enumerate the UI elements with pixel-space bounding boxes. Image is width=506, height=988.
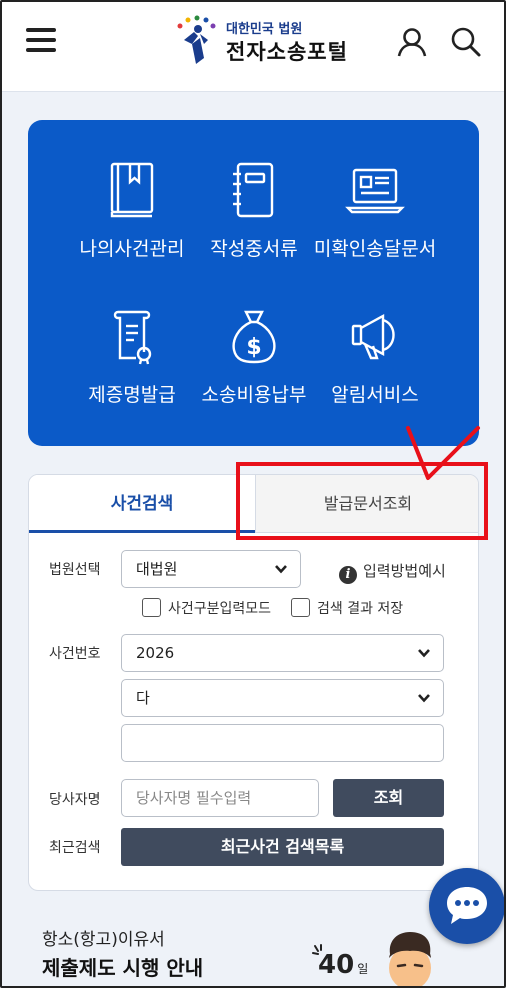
- case-number-label: 사건번호: [49, 646, 101, 662]
- case-type-select[interactable]: 다: [121, 679, 444, 717]
- banner-line-2[interactable]: 제출제도 시행 안내: [42, 952, 203, 981]
- person-illustration-icon: [389, 932, 431, 988]
- party-name-input[interactable]: [121, 779, 319, 817]
- court-select-label: 법원선택: [49, 562, 101, 578]
- annotation-checkmark: [406, 426, 480, 480]
- checkbox-box[interactable]: [142, 598, 161, 617]
- party-name-label: 당사자명: [49, 792, 101, 808]
- days-unit: 일: [357, 962, 369, 976]
- megaphone-icon: [351, 313, 395, 360]
- search-icon[interactable]: [450, 26, 482, 58]
- quick-services-panel: 나의사건관리 작성중서류 미확인송달문서 제증명발급 $ 소송비용납부 알림서비…: [28, 120, 479, 446]
- case-type-value: 다: [136, 689, 150, 707]
- svg-text:$: $: [246, 335, 261, 360]
- logo-subtitle: 대한민국 법원: [226, 22, 303, 37]
- logo-title: 전자소송포털: [226, 40, 348, 64]
- tab-case-search[interactable]: 사건검색: [29, 475, 255, 533]
- days-count: 40 일: [318, 950, 368, 980]
- court-select-value: 대법원: [136, 560, 178, 578]
- site-logo[interactable]: 대한민국 법원 전자소송포털: [170, 14, 360, 70]
- chevron-down-icon: [418, 694, 430, 703]
- save-result-checkbox[interactable]: 검색 결과 저장: [291, 598, 403, 618]
- chevron-down-icon: [418, 649, 430, 658]
- service-label: 알림서비스: [331, 384, 419, 406]
- laptop-document-icon: [345, 168, 405, 214]
- checkbox-label: 사건구분입력모드: [168, 601, 272, 617]
- recent-search-label: 최근검색: [49, 840, 101, 856]
- chat-bubble-icon: [447, 887, 487, 924]
- menu-icon[interactable]: [26, 28, 58, 52]
- court-select[interactable]: 대법원: [121, 550, 301, 588]
- checkbox-label: 검색 결과 저장: [317, 601, 404, 617]
- case-number-input[interactable]: [121, 724, 444, 762]
- banner-line-1: 항소(항고)이유서: [42, 930, 165, 950]
- service-unread-documents[interactable]: 미확인송달문서: [300, 160, 450, 261]
- input-help-link[interactable]: i 입력방법예시: [339, 560, 446, 584]
- chat-button[interactable]: [429, 868, 505, 944]
- user-icon[interactable]: [396, 26, 428, 58]
- certificate-icon: [113, 310, 152, 365]
- case-year-select[interactable]: 2026: [121, 634, 444, 672]
- service-label: 미확인송달문서: [313, 238, 437, 260]
- chevron-down-icon: [275, 565, 287, 574]
- court-emblem-icon: [177, 15, 216, 64]
- recent-case-list-button[interactable]: 최근사건 검색목록: [121, 828, 444, 866]
- info-icon: i: [339, 566, 357, 584]
- case-year-value: 2026: [136, 644, 175, 662]
- input-help-text: 입력방법예시: [363, 562, 446, 580]
- days-number: 40: [318, 950, 355, 980]
- checkbox-box[interactable]: [291, 598, 310, 617]
- money-bag-icon: $: [232, 310, 276, 364]
- book-icon: [110, 162, 154, 218]
- query-button[interactable]: 조회: [333, 779, 444, 817]
- case-type-mode-checkbox[interactable]: 사건구분입력모드: [142, 598, 271, 618]
- service-notification[interactable]: 알림서비스: [300, 306, 450, 407]
- top-header: 대한민국 법원 전자소송포털: [0, 0, 506, 92]
- notebook-icon: [233, 162, 274, 218]
